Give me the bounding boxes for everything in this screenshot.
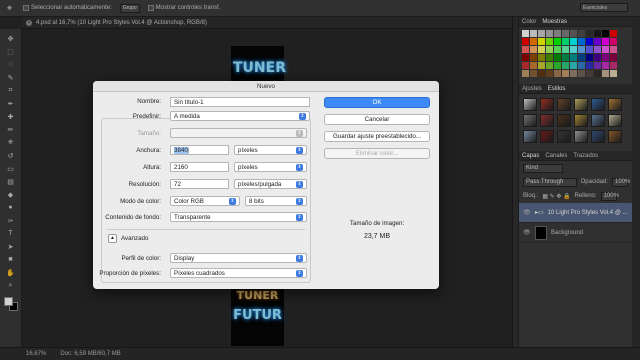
chevron-down-icon: ⇕ bbox=[296, 197, 303, 205]
chevron-down-icon: ⇕ bbox=[296, 163, 303, 171]
size-label: Tamaño: bbox=[137, 130, 161, 137]
profile-label: Perfil de color: bbox=[121, 255, 161, 262]
color-mode-value: Color RGB bbox=[174, 197, 204, 205]
advanced-separator bbox=[107, 229, 305, 230]
save-preset-button[interactable]: Guardar ajuste preestablecido... bbox=[324, 131, 430, 142]
chevron-down-icon: ⇕ bbox=[299, 112, 306, 120]
preset-value: A medida bbox=[174, 112, 200, 120]
background-label: Contenido de fondo: bbox=[105, 214, 161, 221]
chevron-down-icon: ⇕ bbox=[296, 269, 303, 277]
image-size-label: Tamaño de imagen: bbox=[349, 220, 405, 227]
color-mode-dropdown[interactable]: Color RGB ⇕ bbox=[170, 196, 240, 206]
height-input[interactable]: 2160 bbox=[170, 162, 229, 172]
resolution-unit-dropdown[interactable]: píxeles/pulgada ⇕ bbox=[234, 179, 307, 189]
width-value: 3840 bbox=[174, 146, 188, 154]
size-dropdown: ⇕ bbox=[170, 128, 307, 138]
name-input[interactable]: Sin título-1 bbox=[170, 97, 310, 107]
new-document-dialog: Nuevo Nombre: Sin título-1 Predefinir: A… bbox=[93, 81, 439, 289]
chevron-down-icon: ⇕ bbox=[296, 213, 303, 221]
chevron-down-icon: ⇕ bbox=[229, 197, 236, 205]
height-unit: píxeles bbox=[238, 163, 258, 171]
color-mode-label: Modo de color: bbox=[120, 198, 161, 205]
pixel-aspect-value: Píxeles cuadrados bbox=[174, 269, 225, 277]
advanced-label: Avanzado bbox=[121, 235, 149, 242]
bit-depth-value: 8 bits bbox=[249, 197, 264, 205]
width-label: Anchura: bbox=[136, 147, 161, 154]
bit-depth-dropdown[interactable]: 8 bits ⇕ bbox=[245, 196, 307, 206]
resolution-label: Resolución: bbox=[128, 181, 161, 188]
ok-button[interactable]: OK bbox=[324, 97, 430, 108]
height-label: Altura: bbox=[143, 164, 161, 171]
preset-dropdown[interactable]: A medida ⇕ bbox=[170, 111, 310, 121]
width-input[interactable]: 3840 | bbox=[170, 145, 229, 155]
height-unit-dropdown[interactable]: píxeles ⇕ bbox=[234, 162, 307, 172]
image-size-value: 23,7 MB bbox=[363, 233, 391, 240]
resolution-input[interactable]: 72 bbox=[170, 179, 229, 189]
chevron-down-icon: ⇕ bbox=[296, 129, 303, 137]
chevron-down-icon: ⇕ bbox=[296, 146, 303, 154]
name-label: Nombre: bbox=[137, 98, 161, 105]
pixel-aspect-dropdown[interactable]: Píxeles cuadrados ⇕ bbox=[170, 268, 307, 278]
width-unit-dropdown[interactable]: píxeles ⇕ bbox=[234, 145, 307, 155]
preset-label: Predefinir: bbox=[132, 113, 161, 120]
chevron-down-icon: ⇕ bbox=[296, 254, 303, 262]
width-unit: píxeles bbox=[238, 146, 258, 154]
delete-preset-button: Eliminar valor... bbox=[324, 148, 430, 159]
profile-dropdown[interactable]: Display ⇕ bbox=[170, 253, 307, 263]
chevron-down-icon: ⇕ bbox=[296, 180, 303, 188]
advanced-toggle-icon[interactable]: ▲ bbox=[108, 234, 117, 243]
background-value: Transparente bbox=[174, 213, 211, 221]
dialog-title: Nuevo bbox=[93, 81, 439, 92]
pixel-aspect-label: Proporción de píxeles: bbox=[99, 270, 161, 277]
profile-value: Display bbox=[174, 254, 195, 262]
cancel-button[interactable]: Cancelar bbox=[324, 114, 430, 125]
resolution-unit: píxeles/pulgada bbox=[238, 180, 282, 188]
background-dropdown[interactable]: Transparente ⇕ bbox=[170, 212, 307, 222]
